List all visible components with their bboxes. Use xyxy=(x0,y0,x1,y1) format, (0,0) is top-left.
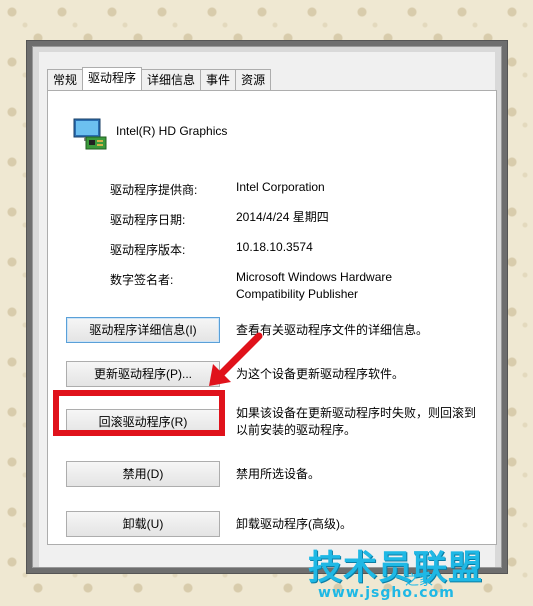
update-driver-button[interactable]: 更新驱动程序(P)... xyxy=(66,361,220,387)
disable-device-desc: 禁用所选设备。 xyxy=(236,467,321,481)
tab-details[interactable]: 详细信息 xyxy=(141,69,202,90)
driver-details-desc: 查看有关驱动程序文件的详细信息。 xyxy=(236,323,429,337)
tab-events[interactable]: 事件 xyxy=(200,69,237,90)
signer-value-line2: Compatibility Publisher xyxy=(236,287,359,301)
provider-value: Intel Corporation xyxy=(236,180,325,194)
uninstall-driver-desc: 卸载驱动程序(高级)。 xyxy=(236,517,352,531)
tab-driver[interactable]: 驱动程序 xyxy=(82,67,143,90)
red-arrow-icon xyxy=(209,332,263,386)
tab-resources[interactable]: 资源 xyxy=(235,69,272,90)
rollback-desc-line2: 以前安装的驱动程序。 xyxy=(236,423,357,437)
driver-tab-panel: Intel(R) HD Graphics 驱动程序提供商: Intel Corp… xyxy=(47,90,497,545)
date-value: 2014/4/24 星期四 xyxy=(236,210,329,224)
rollback-driver-desc: 如果该设备在更新驱动程序时失败，则回滚到 以前安装的驱动程序。 xyxy=(236,405,486,439)
signer-value: Microsoft Windows Hardware Compatibility… xyxy=(236,269,392,303)
date-label: 驱动程序日期: xyxy=(110,213,186,227)
update-driver-desc: 为这个设备更新驱动程序软件。 xyxy=(236,367,405,381)
disable-device-button[interactable]: 禁用(D) xyxy=(66,461,220,487)
rollback-desc-line1: 如果该设备在更新驱动程序时失败，则回滚到 xyxy=(236,406,477,420)
screenshot-inner-frame: 常规 驱动程序 详细信息 事件 资源 Intel(R) HD Graphics … xyxy=(32,46,502,568)
version-label: 驱动程序版本: xyxy=(110,243,186,257)
device-properties-dialog: 常规 驱动程序 详细信息 事件 资源 Intel(R) HD Graphics … xyxy=(39,52,497,567)
watermark-url: www.jsgho.com xyxy=(318,585,455,601)
tab-general[interactable]: 常规 xyxy=(47,69,84,90)
version-value: 10.18.10.3574 xyxy=(236,240,313,254)
tab-bar: 常规 驱动程序 详细信息 事件 资源 xyxy=(47,67,272,91)
display-adapter-icon xyxy=(73,118,107,150)
signer-value-line1: Microsoft Windows Hardware xyxy=(236,270,393,284)
uninstall-driver-button[interactable]: 卸载(U) xyxy=(66,511,220,537)
signer-label: 数字签名者: xyxy=(110,273,174,287)
screenshot-frame: 常规 驱动程序 详细信息 事件 资源 Intel(R) HD Graphics … xyxy=(26,40,508,574)
device-name: Intel(R) HD Graphics xyxy=(116,124,228,138)
driver-details-button[interactable]: 驱动程序详细信息(I) xyxy=(66,317,220,343)
provider-label: 驱动程序提供商: xyxy=(110,183,198,197)
highlight-box-rollback xyxy=(53,390,225,436)
watermark-logo-text: 技术员联盟 xyxy=(308,548,483,588)
